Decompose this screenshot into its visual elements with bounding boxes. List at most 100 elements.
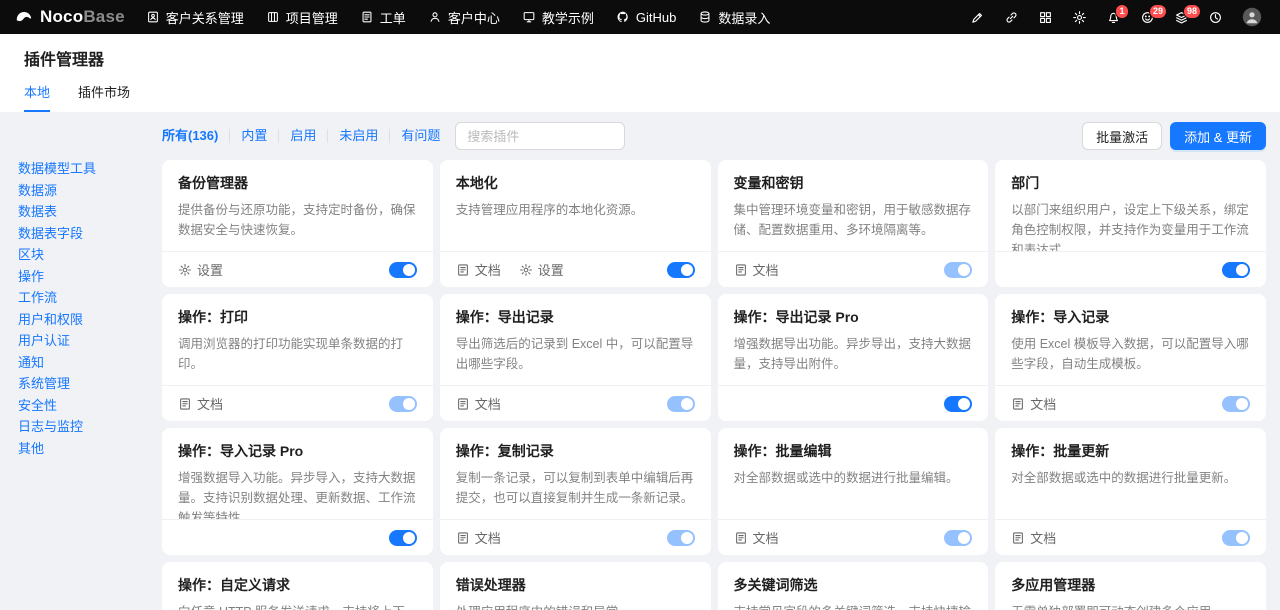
plugin-description: 向任意 HTTP 服务发送请求，支持将上下文数据发送给目标服务。 — [178, 602, 417, 610]
plugin-description: 对全部数据或选中的数据进行批量更新。 — [1011, 471, 1237, 485]
plugin-docs-link[interactable]: 文档 — [456, 394, 501, 413]
plugin-title: 操作：导出记录 Pro — [733, 309, 859, 325]
plugin-settings-link[interactable]: 设置 — [519, 260, 564, 279]
filter-link[interactable]: 启用 — [279, 129, 329, 143]
plugin-title: 操作：导出记录 — [455, 309, 554, 325]
nav-item[interactable]: 数据录入 — [687, 0, 781, 34]
plugin-list-panel: 所有(136)内置启用未启用有问题 批量激活 添加 & 更新 备份管理器提供备份… — [150, 112, 1280, 610]
plugin-card-footer: 文档 — [717, 251, 989, 287]
plugin-docs-link[interactable]: 文档 — [734, 528, 779, 547]
nav-item-label: 数据录入 — [718, 10, 771, 26]
plugin-docs-link[interactable]: 文档 — [456, 528, 501, 547]
page-title: 插件管理器 — [24, 52, 105, 69]
plugin-enable-toggle[interactable] — [1222, 529, 1250, 546]
nav-item[interactable]: 工单 — [349, 0, 417, 34]
layers-icon[interactable]: 98 — [1174, 3, 1202, 25]
sidebar-category-item[interactable]: 操作 — [18, 266, 142, 288]
project-icon — [266, 10, 280, 24]
plugin-docs-link[interactable]: 文档 — [1011, 394, 1056, 413]
plugin-card-footer: 文档 — [995, 519, 1266, 555]
doc-icon — [456, 531, 470, 545]
sidebar-category-item[interactable]: 其他 — [18, 438, 142, 460]
plugin-docs-link[interactable]: 文档 — [456, 260, 501, 279]
smiley-icon[interactable]: 29 — [1140, 3, 1168, 25]
plugin-enable-toggle[interactable] — [388, 395, 417, 412]
add-update-button[interactable]: 添加 & 更新 — [1170, 122, 1266, 150]
nav-item[interactable]: 项目管理 — [255, 0, 349, 34]
nocobase-logo[interactable]: NocoBase — [14, 7, 125, 27]
clock-icon[interactable] — [1208, 10, 1223, 25]
github-icon — [616, 10, 630, 24]
plugin-title: 操作：导入记录 Pro — [178, 443, 304, 459]
plugin-enable-toggle[interactable] — [666, 529, 695, 546]
gear-icon — [178, 263, 192, 277]
plugin-title: 操作：批量编辑 — [733, 443, 832, 459]
sidebar-category-item[interactable]: 用户和权限 — [18, 309, 142, 331]
plugin-title: 操作：批量更新 — [1011, 443, 1110, 459]
plugin-enable-toggle[interactable] — [388, 529, 417, 546]
content-area: 数据模型工具 数据源 数据表 数据表字段 区块 操作 工作流 用户和权限 用户认证 通知 系统管理安… — [0, 112, 1280, 610]
plugin-docs-link[interactable]: 文档 — [734, 260, 779, 279]
plugin-card: 操作：导出记录 Pro 增强数据导出功能。异步导出，支持大数据量，支持导出附件。 — [717, 294, 989, 421]
plugin-enable-toggle[interactable] — [944, 261, 973, 278]
filter-link[interactable]: 有问题 — [390, 129, 451, 143]
sidebar-category-item[interactable]: 数据表 — [18, 201, 142, 223]
plugin-enable-toggle[interactable] — [388, 261, 417, 278]
plugin-card: 变量和密钥集中管理环境变量和密钥，用于敏感数据存储、配置数据重用、多环境隔离等。… — [717, 160, 989, 287]
user-avatar[interactable] — [1242, 7, 1262, 27]
sidebar-category-item[interactable]: 通知 — [18, 352, 142, 374]
plugin-link-label: 文档 — [474, 531, 501, 546]
sidebar-category-item[interactable]: 日志与监控 — [18, 416, 142, 438]
sidebar-category-item[interactable]: 数据模型工具 — [18, 158, 142, 180]
tab-local[interactable]: 本地 — [24, 82, 51, 112]
ticket-icon — [360, 10, 374, 24]
sidebar-category-item[interactable]: 数据表字段 — [18, 223, 142, 245]
plugin-description: 对全部数据或选中的数据进行批量编辑。 — [733, 471, 959, 485]
sidebar-category-item[interactable]: 安全性 — [18, 395, 142, 417]
plugin-enable-toggle[interactable] — [1222, 395, 1250, 412]
api-link-icon[interactable] — [1004, 10, 1019, 25]
plugin-description: 集中管理环境变量和密钥，用于敏感数据存储、配置数据重用、多环境隔离等。 — [733, 203, 972, 237]
sidebar-category-item[interactable]: 区块 — [18, 244, 142, 266]
plugin-title: 操作：打印 — [178, 309, 248, 325]
nav-item[interactable]: 客户中心 — [417, 0, 511, 34]
plugin-title: 操作：自定义请求 — [178, 577, 290, 593]
plugin-enable-toggle[interactable] — [1222, 261, 1250, 278]
logo-text: NocoBase — [40, 7, 125, 26]
sidebar-category-item[interactable]: 数据源 — [18, 180, 142, 202]
plugin-docs-link[interactable]: 文档 — [178, 394, 223, 413]
plugin-card: 部门 以部门来组织用户，设定上下级关系，绑定角色控制权限，并支持作为变量用于工作流… — [995, 160, 1266, 287]
plugin-link-label: 设置 — [537, 263, 564, 278]
plugin-settings-link[interactable]: 设置 — [178, 260, 223, 279]
settings-icon[interactable] — [1072, 10, 1087, 25]
batch-activate-button[interactable]: 批量激活 — [1082, 122, 1163, 150]
plugin-enable-toggle[interactable] — [944, 395, 973, 412]
search-input[interactable] — [455, 122, 626, 150]
plugin-link-label: 文档 — [752, 531, 779, 546]
plugin-enable-toggle[interactable] — [944, 529, 973, 546]
bell-icon[interactable]: 1 — [1106, 3, 1129, 25]
plugin-enable-toggle[interactable] — [666, 261, 695, 278]
plugin-card-footer: 文档 — [162, 385, 433, 421]
ui-editor-icon[interactable] — [970, 10, 985, 25]
plugin-link-label: 设置 — [197, 263, 224, 278]
nav-item[interactable]: 客户关系管理 — [135, 0, 255, 34]
plugin-enable-toggle[interactable] — [666, 395, 695, 412]
apps-icon[interactable] — [1038, 10, 1053, 25]
plugin-title: 变量和密钥 — [733, 175, 804, 191]
sidebar-category-item[interactable]: 工作流 — [18, 287, 142, 309]
filter-link[interactable]: 内置 — [230, 129, 280, 143]
page-header: 插件管理器 本地 插件市场 — [0, 34, 1280, 112]
sidebar-category-item[interactable]: 用户认证 — [18, 330, 142, 352]
plugin-title: 操作：复制记录 — [455, 443, 554, 459]
plugin-docs-link[interactable]: 文档 — [1011, 528, 1056, 547]
nav-item[interactable]: 教学示例 — [511, 0, 605, 34]
filter-link[interactable]: 未启用 — [328, 129, 391, 143]
filter-link[interactable]: 所有(136) — [162, 129, 231, 143]
doc-icon — [456, 263, 470, 277]
sidebar-category-item[interactable]: 系统管理 — [18, 373, 142, 395]
nav-item[interactable]: GitHub — [605, 0, 687, 34]
plugin-description: 增强数据导入功能。异步导入，支持大数据量。支持识别数据处理、更新数据、工作流触发… — [178, 471, 416, 519]
tab-plugin-market[interactable]: 插件市场 — [78, 82, 130, 112]
plugin-card: 操作：导入记录 Pro 增强数据导入功能。异步导入，支持大数据量。支持识别数据处理… — [162, 428, 433, 555]
